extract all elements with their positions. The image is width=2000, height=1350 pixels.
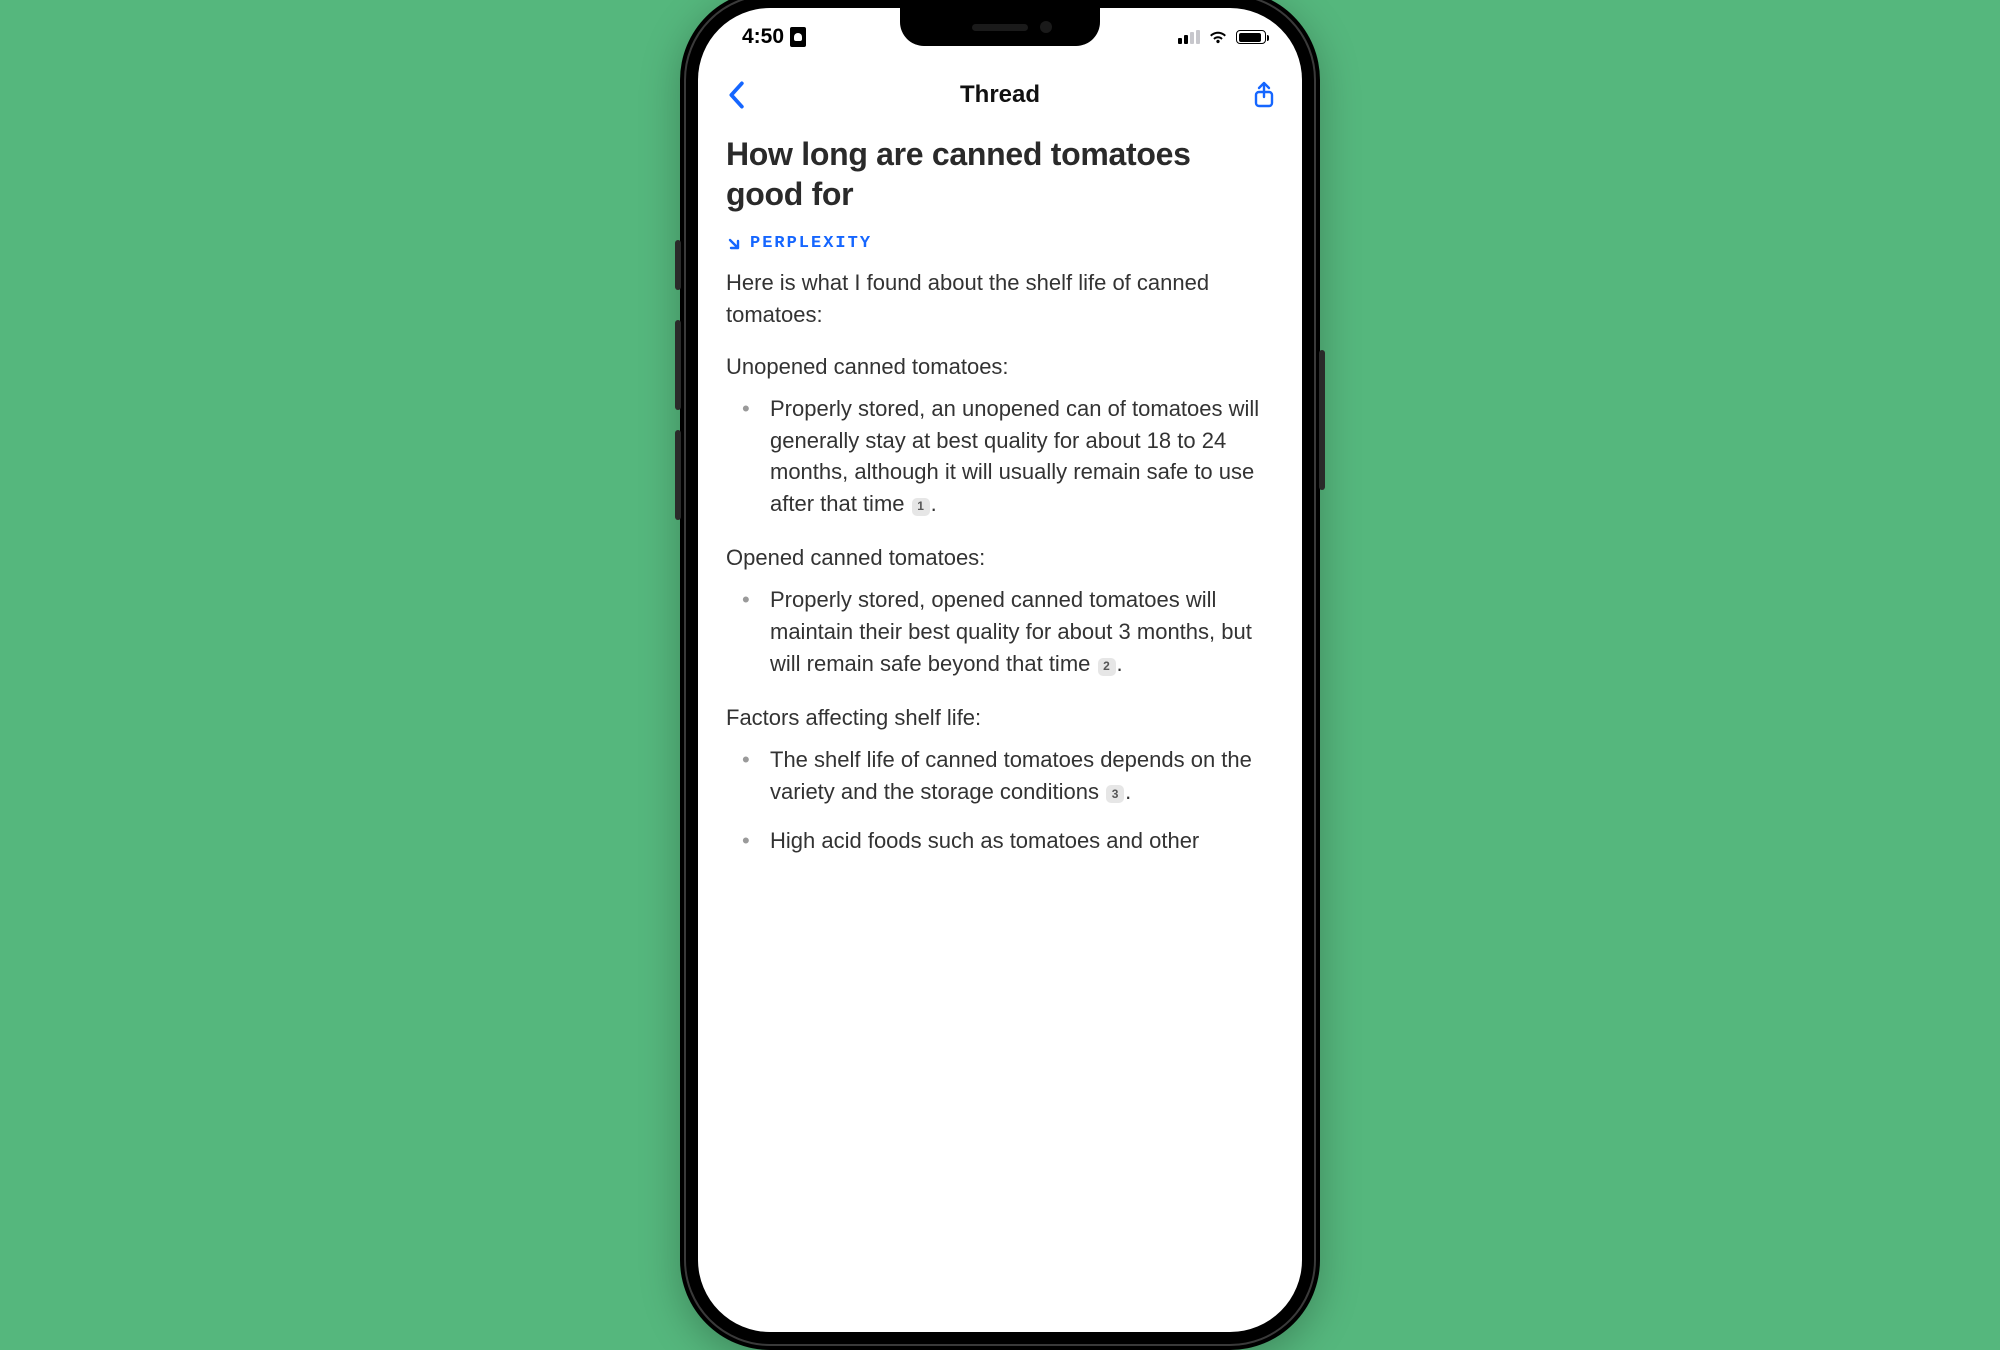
battery-icon <box>1236 30 1266 44</box>
citation-badge[interactable]: 1 <box>912 498 930 516</box>
thread-content: How long are canned tomatoes good for PE… <box>698 124 1302 857</box>
section-heading: Opened canned tomatoes: <box>726 542 1274 574</box>
list-item: Properly stored, an unopened can of toma… <box>740 393 1274 521</box>
answer-list: Properly stored, opened canned tomatoes … <box>726 584 1274 680</box>
answer-intro: Here is what I found about the shelf lif… <box>726 267 1274 331</box>
list-item-suffix: . <box>931 491 937 516</box>
wifi-icon <box>1208 30 1228 44</box>
phone-screen: 4:50 <box>698 8 1302 1332</box>
answer-list: The shelf life of canned tomatoes depend… <box>726 744 1274 858</box>
answer-list: Properly stored, an unopened can of toma… <box>726 393 1274 521</box>
back-button[interactable] <box>716 75 756 115</box>
list-item: High acid foods such as tomatoes and oth… <box>740 825 1274 857</box>
phone-volume-up <box>675 320 681 410</box>
share-icon <box>1252 81 1276 109</box>
contact-card-icon <box>790 27 806 47</box>
list-item-suffix: . <box>1117 651 1123 676</box>
cellular-signal-icon <box>1178 30 1200 44</box>
status-right <box>1178 30 1266 44</box>
list-item-text: Properly stored, an unopened can of toma… <box>770 396 1259 517</box>
list-item-text: High acid foods such as tomatoes and oth… <box>770 828 1199 853</box>
list-item: The shelf life of canned tomatoes depend… <box>740 744 1274 808</box>
phone-volume-down <box>675 430 681 520</box>
chevron-left-icon <box>727 81 745 109</box>
answer-body: Here is what I found about the shelf lif… <box>726 267 1274 857</box>
section-heading: Factors affecting shelf life: <box>726 702 1274 734</box>
citation-badge[interactable]: 3 <box>1106 785 1124 803</box>
phone-camera <box>1040 21 1052 33</box>
phone-silent-switch <box>675 240 681 290</box>
phone-power-button <box>1319 350 1325 490</box>
list-item-suffix: . <box>1125 779 1131 804</box>
source-label[interactable]: PERPLEXITY <box>726 234 1274 253</box>
list-item-text: Properly stored, opened canned tomatoes … <box>770 587 1252 676</box>
arrow-down-right-icon <box>726 236 742 252</box>
phone-speaker <box>972 24 1028 31</box>
status-time: 4:50 <box>742 25 784 49</box>
citation-badge[interactable]: 2 <box>1098 658 1116 676</box>
status-left: 4:50 <box>742 25 806 49</box>
source-name: PERPLEXITY <box>750 234 872 253</box>
nav-bar: Thread <box>698 66 1302 124</box>
share-button[interactable] <box>1244 75 1284 115</box>
list-item-text: The shelf life of canned tomatoes depend… <box>770 747 1252 804</box>
question-heading: How long are canned tomatoes good for <box>726 134 1274 214</box>
list-item: Properly stored, opened canned tomatoes … <box>740 584 1274 680</box>
section-heading: Unopened canned tomatoes: <box>726 351 1274 383</box>
phone-frame: 4:50 <box>680 0 1320 1350</box>
page-title: Thread <box>960 81 1040 109</box>
phone-notch <box>900 8 1100 46</box>
